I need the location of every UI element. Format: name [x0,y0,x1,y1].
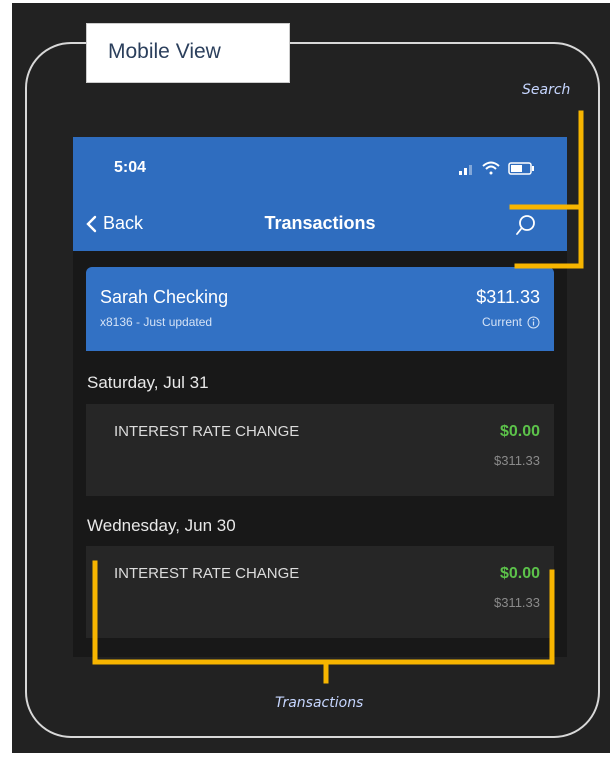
app-header: 5:04 Back Transactions [73,137,567,251]
transaction-row[interactable]: INTEREST RATE CHANGE $0.00 $311.33 [86,404,554,496]
search-icon [516,215,535,235]
search-callout-label: Search [522,82,571,98]
transaction-description: INTEREST RATE CHANGE [114,423,300,440]
transaction-row[interactable]: INTEREST RATE CHANGE $0.00 $311.33 [86,546,554,638]
account-subtitle: x8136 - Just updated [100,315,213,329]
transaction-amount: $0.00 [499,423,540,440]
transaction-description: INTEREST RATE CHANGE [114,565,300,582]
transaction-running-balance: $311.33 [493,595,540,610]
date-header: Saturday, Jul 31 [87,373,209,392]
diagram-title: Mobile View [108,40,221,63]
status-time: 5:04 [114,159,147,176]
diagram-title-box: Mobile View [86,23,290,83]
battery-icon [508,162,534,175]
transaction-amount: $0.00 [499,565,540,582]
phone-screen: 5:04 Back Transactions Sarah Checking x8… [73,137,567,657]
wifi-icon [482,161,500,175]
signal-icon [459,165,472,175]
balance-status: Current [482,315,540,329]
account-name: Sarah Checking [100,287,229,307]
info-icon[interactable] [527,316,540,329]
canvas: Mobile View Search 5:04 Back Transaction… [0,0,614,757]
search-button[interactable] [515,213,541,239]
account-balance: $311.33 [476,287,540,307]
transaction-running-balance: $311.33 [493,453,540,468]
page-title: Transactions [264,213,376,233]
balance-status-label: Current [481,315,522,329]
status-icons [459,160,547,176]
account-card[interactable]: Sarah Checking x8136 - Just updated $311… [86,267,554,351]
date-header: Wednesday, Jun 30 [87,516,236,535]
transactions-callout-label: Transactions [275,695,364,711]
